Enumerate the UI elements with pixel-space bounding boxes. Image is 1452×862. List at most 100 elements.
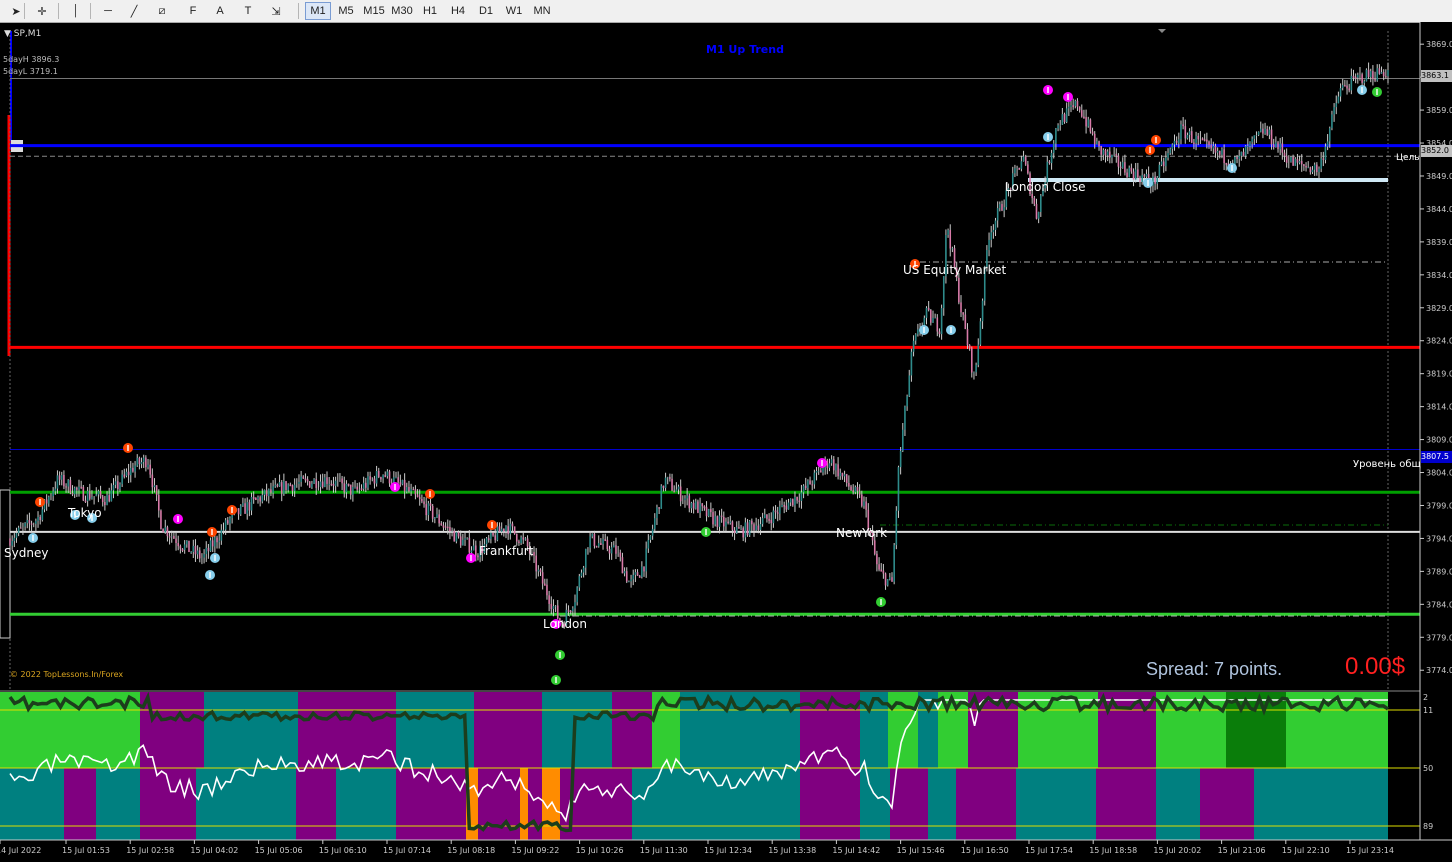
signal-marker-icon bbox=[1143, 178, 1153, 188]
arrow-tools-icon[interactable]: ⇲ bbox=[266, 2, 286, 20]
signal-marker-icon bbox=[919, 325, 929, 335]
indicator-band-bottom bbox=[956, 768, 1016, 840]
trendline-icon[interactable]: ╱ bbox=[124, 2, 144, 20]
time-tick-label: 15 Jul 17:54 bbox=[1025, 846, 1073, 855]
timeframe-m1[interactable]: M1 bbox=[305, 2, 331, 20]
text-label-icon[interactable]: T bbox=[238, 2, 258, 20]
session-label-london: London bbox=[543, 617, 587, 631]
chart-menu-icon[interactable]: ▼ bbox=[4, 29, 11, 39]
signal-marker-icon bbox=[1043, 85, 1053, 95]
timeframe-d1[interactable]: D1 bbox=[473, 2, 499, 20]
target-price-tag: 3852.0 bbox=[1421, 145, 1452, 157]
crosshair-icon[interactable]: ✛ bbox=[32, 2, 52, 20]
chart-window[interactable]: 3869.03864.03859.03854.03849.03844.03839… bbox=[0, 22, 1452, 862]
time-tick-label: 15 Jul 18:58 bbox=[1089, 846, 1137, 855]
signal-marker-icon bbox=[227, 505, 237, 515]
signal-marker-icon bbox=[210, 553, 220, 563]
signal-marker-icon bbox=[28, 533, 38, 543]
price-tick-label: 3789.0 bbox=[1426, 567, 1452, 576]
session-label-tokyo: Tokyo bbox=[68, 506, 102, 520]
indicator-band-bottom bbox=[1200, 768, 1254, 840]
time-tick-label: 15 Jul 20:02 bbox=[1153, 846, 1201, 855]
text-icon[interactable]: A bbox=[210, 2, 230, 20]
indicator-band-top bbox=[542, 692, 612, 768]
time-tick-label: 15 Jul 11:30 bbox=[640, 846, 688, 855]
time-tick-label: 15 Jul 04:02 bbox=[190, 846, 238, 855]
time-tick-label: 15 Jul 13:38 bbox=[768, 846, 816, 855]
signal-marker-icon bbox=[487, 520, 497, 530]
cursor-icon[interactable]: ➤ bbox=[6, 2, 26, 20]
indicator-tick-label: 89 bbox=[1423, 822, 1433, 831]
price-tick-label: 3819.0 bbox=[1426, 370, 1452, 379]
horizontal-line-icon[interactable]: ─ bbox=[98, 2, 118, 20]
time-tick-label: 15 Jul 08:18 bbox=[447, 846, 495, 855]
indicator-gap bbox=[1388, 692, 1420, 840]
indicator-band-bottom bbox=[336, 768, 396, 840]
price-tick-label: 3829.0 bbox=[1426, 304, 1452, 313]
timeframe-m30[interactable]: M30 bbox=[389, 2, 415, 20]
timeframe-h4[interactable]: H4 bbox=[445, 2, 471, 20]
indicator-band-bottom bbox=[1326, 768, 1388, 840]
indicator-band-bottom bbox=[296, 768, 336, 840]
fibonacci-icon[interactable]: F bbox=[183, 2, 203, 20]
time-tick-label: 15 Jul 16:50 bbox=[961, 846, 1009, 855]
signal-marker-icon bbox=[876, 597, 886, 607]
time-tick-label: 15 Jul 02:58 bbox=[126, 846, 174, 855]
five-day-low-label: 5dayL 3719.1 bbox=[3, 67, 58, 76]
signal-marker-icon bbox=[173, 514, 183, 524]
signal-marker-icon bbox=[1043, 132, 1053, 142]
price-tick-label: 3824.0 bbox=[1426, 337, 1452, 346]
signal-marker-icon bbox=[390, 482, 400, 492]
indicator-band-bottom bbox=[196, 768, 296, 840]
copyright-label: © 2022 TopLessons.In/Forex bbox=[10, 670, 124, 679]
signal-marker-icon bbox=[1063, 92, 1073, 102]
timeframe-w1[interactable]: W1 bbox=[501, 2, 527, 20]
timeframe-m5[interactable]: M5 bbox=[333, 2, 359, 20]
timeframe-mn[interactable]: MN bbox=[529, 2, 555, 20]
time-tick-label: 15 Jul 06:10 bbox=[319, 846, 367, 855]
current-price-tag: 3863.1 bbox=[1421, 70, 1452, 82]
price-tick-label: 3869.0 bbox=[1426, 40, 1452, 49]
timeframe-m15[interactable]: M15 bbox=[361, 2, 387, 20]
indicator-band-bottom bbox=[860, 768, 890, 840]
timeframe-h1[interactable]: H1 bbox=[417, 2, 443, 20]
session-label-sydney: Sydney bbox=[4, 546, 49, 560]
equidistant-channel-icon[interactable]: ⧄ bbox=[152, 2, 172, 20]
price-tick-label: 3839.0 bbox=[1426, 238, 1452, 247]
time-tick-label: 15 Jul 01:53 bbox=[62, 846, 110, 855]
time-tick-label: 15 Jul 09:22 bbox=[511, 846, 559, 855]
indicator-band-bottom bbox=[632, 768, 668, 840]
signal-marker-icon bbox=[1227, 163, 1237, 173]
time-tick-label: 15 Jul 22:10 bbox=[1282, 846, 1330, 855]
time-tick-label: 15 Jul 05:06 bbox=[255, 846, 303, 855]
price-tick-label: 3799.0 bbox=[1426, 501, 1452, 510]
price-tick-label: 3794.0 bbox=[1426, 534, 1452, 543]
indicator-band-bottom bbox=[668, 768, 800, 840]
price-tick-label: 3834.0 bbox=[1426, 271, 1452, 280]
indicator-band-bottom bbox=[1096, 768, 1156, 840]
time-tick-label: 15 Jul 07:14 bbox=[383, 846, 431, 855]
session-label-us-equity: US Equity Market bbox=[903, 263, 1007, 277]
vertical-line-icon[interactable]: │ bbox=[66, 2, 86, 20]
general-level-label: Уровень общ bbox=[1353, 459, 1421, 470]
time-tick-label: 15 Jul 10:26 bbox=[576, 846, 624, 855]
indicator-band-bottom bbox=[1254, 768, 1326, 840]
time-tick-label: 15 Jul 23:14 bbox=[1346, 846, 1394, 855]
signal-marker-icon bbox=[1357, 85, 1367, 95]
session-label-london-close: London Close bbox=[1005, 180, 1086, 194]
session-label-frankfurt: Frankfurt bbox=[479, 544, 534, 558]
symbol-label: ▼ SP,M1 bbox=[4, 29, 42, 39]
indicator-band-bottom bbox=[800, 768, 860, 840]
toolbar: ➤ ✛ │ ─ ╱ ⧄ F A T ⇲ M1 M5 M15 M30 H1 H4 D1 W1 MN bbox=[0, 0, 1452, 23]
signal-marker-icon bbox=[466, 553, 476, 563]
indicator-band-bottom bbox=[1156, 768, 1200, 840]
indicator-band-top bbox=[1286, 692, 1326, 768]
session-label-new-york: NewYork bbox=[836, 526, 888, 540]
indicator-band-top bbox=[204, 692, 298, 768]
signal-marker-icon bbox=[123, 443, 133, 453]
signal-marker-icon bbox=[551, 675, 561, 685]
indicator-band-bottom bbox=[64, 768, 96, 840]
time-tick-label: 14 Jul 2022 bbox=[0, 846, 41, 855]
price-tick-label: 3809.0 bbox=[1426, 436, 1452, 445]
signal-marker-icon bbox=[1372, 87, 1382, 97]
